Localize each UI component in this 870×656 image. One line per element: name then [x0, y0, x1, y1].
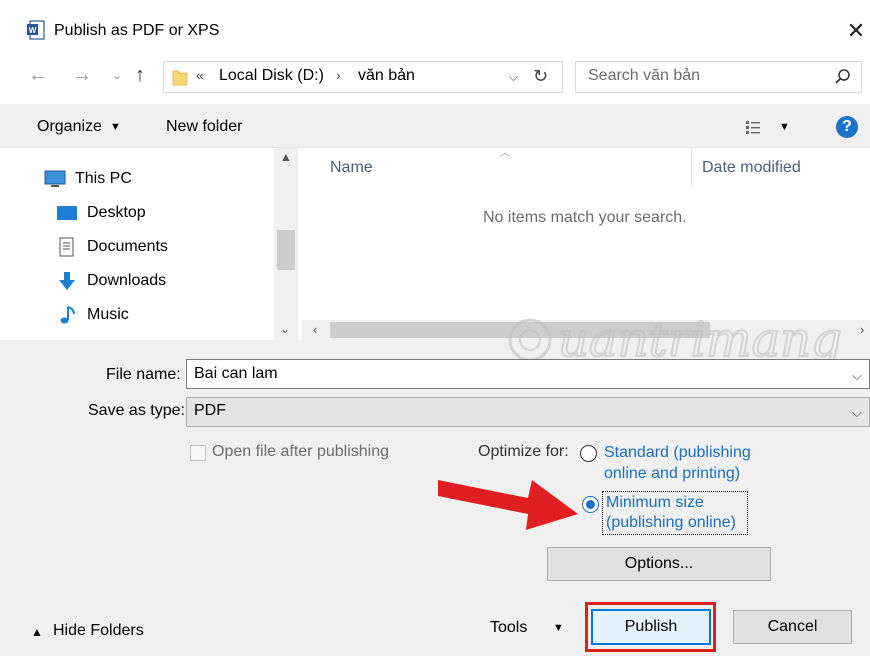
navigation-pane: This PC Desktop Documents Downloads Musi…: [0, 148, 300, 340]
open-after-publishing-label[interactable]: Open file after publishing: [212, 443, 389, 461]
sort-indicator-icon: ︿: [500, 148, 510, 159]
hide-folders-button[interactable]: Hide Folders: [53, 622, 144, 640]
search-placeholder[interactable]: Search văn bản: [588, 67, 700, 85]
file-name-label: File name:: [106, 366, 181, 383]
optimize-standard-radio[interactable]: [580, 445, 597, 462]
scroll-up-icon[interactable]: ▲: [280, 150, 292, 164]
hscroll-thumb[interactable]: [330, 322, 710, 338]
up-arrow-icon[interactable]: ↑: [135, 64, 145, 87]
sidebar-item-label: Downloads: [87, 272, 167, 289]
breadcrumb-van-ban[interactable]: văn bản: [358, 67, 415, 85]
new-folder-button[interactable]: New folder: [166, 118, 242, 136]
close-icon[interactable]: ✕: [843, 18, 869, 44]
downloads-icon: [59, 272, 75, 290]
window-title: Publish as PDF or XPS: [54, 22, 220, 39]
sidebar-item-this-pc[interactable]: This PC: [0, 164, 270, 194]
file-name-dropdown-chevron-icon[interactable]: ⌵: [852, 368, 862, 384]
desktop-icon: [57, 206, 77, 220]
optimize-minimum-radio[interactable]: [582, 496, 599, 513]
publish-button[interactable]: Publish: [591, 609, 711, 645]
organize-button[interactable]: Organize: [37, 118, 102, 136]
save-as-type-value[interactable]: PDF: [194, 402, 226, 420]
scroll-right-icon[interactable]: ›: [860, 322, 864, 337]
optimize-minimum-label-line2[interactable]: (publishing online): [606, 513, 736, 533]
save-as-type-label: Save as type:: [88, 402, 185, 419]
tools-caret-icon[interactable]: ▼: [553, 622, 564, 634]
scroll-down-icon[interactable]: ⌄: [280, 322, 290, 336]
breadcrumb-local-disk[interactable]: Local Disk (D:): [219, 67, 324, 85]
optimize-for-label: Optimize for:: [478, 443, 569, 460]
pc-icon: [44, 170, 66, 187]
optimize-minimum-label-line1[interactable]: Minimum size: [606, 493, 704, 513]
forward-arrow-icon[interactable]: →: [72, 64, 92, 87]
sidebar-item-music[interactable]: Music: [0, 300, 270, 330]
music-icon: [60, 306, 75, 324]
organize-caret-icon[interactable]: ▼: [110, 121, 121, 133]
folder-icon: [172, 70, 188, 86]
column-header-date-modified[interactable]: Date modified: [702, 159, 801, 177]
empty-list-message: No items match your search.: [483, 209, 687, 226]
sidebar-item-label: This PC: [75, 170, 132, 187]
file-name-value[interactable]: Bai can lam: [194, 365, 278, 383]
refresh-icon[interactable]: ↻: [533, 66, 548, 87]
recent-locations-chevron-icon[interactable]: ⌄: [112, 68, 122, 82]
options-button[interactable]: Options...: [547, 547, 771, 581]
documents-icon: [59, 237, 74, 257]
column-divider[interactable]: [691, 148, 692, 188]
nav-scroll-thumb[interactable]: [277, 230, 295, 270]
save-as-type-select[interactable]: [186, 397, 870, 427]
command-toolbar: [0, 104, 870, 148]
open-after-publishing-checkbox[interactable]: [190, 445, 206, 461]
search-icon[interactable]: [834, 68, 852, 86]
column-header-name[interactable]: Name: [330, 159, 373, 177]
hide-folders-caret-icon[interactable]: ▲: [31, 625, 43, 639]
cancel-button[interactable]: Cancel: [733, 610, 852, 644]
address-dropdown-chevron-icon[interactable]: ⌵: [509, 70, 518, 85]
sidebar-item-desktop[interactable]: Desktop: [0, 198, 270, 228]
sidebar-item-label: Documents: [87, 238, 168, 255]
back-arrow-icon[interactable]: ←: [28, 64, 48, 87]
tools-button[interactable]: Tools: [490, 619, 527, 637]
sidebar-item-downloads[interactable]: Downloads: [0, 266, 270, 296]
address-overflow[interactable]: «: [196, 67, 204, 83]
sidebar-item-documents[interactable]: Documents: [0, 232, 270, 262]
optimize-standard-label-line2[interactable]: online and printing): [604, 464, 740, 484]
svg-text:W: W: [29, 26, 37, 35]
save-as-type-chevron-icon[interactable]: ⌵: [852, 405, 862, 421]
file-name-field[interactable]: [186, 359, 870, 389]
sidebar-item-label: Music: [87, 306, 129, 323]
sidebar-item-label: Desktop: [87, 204, 146, 221]
optimize-standard-label-line1[interactable]: Standard (publishing: [604, 443, 751, 463]
word-app-icon: W: [27, 20, 45, 40]
annotation-arrow-icon: [438, 480, 578, 530]
breadcrumb-separator-icon[interactable]: ›: [336, 67, 341, 83]
view-caret-icon[interactable]: ▼: [779, 121, 790, 133]
scroll-left-icon[interactable]: ‹: [313, 322, 317, 337]
help-icon[interactable]: ?: [836, 116, 858, 138]
view-options-icon[interactable]: [745, 118, 769, 136]
